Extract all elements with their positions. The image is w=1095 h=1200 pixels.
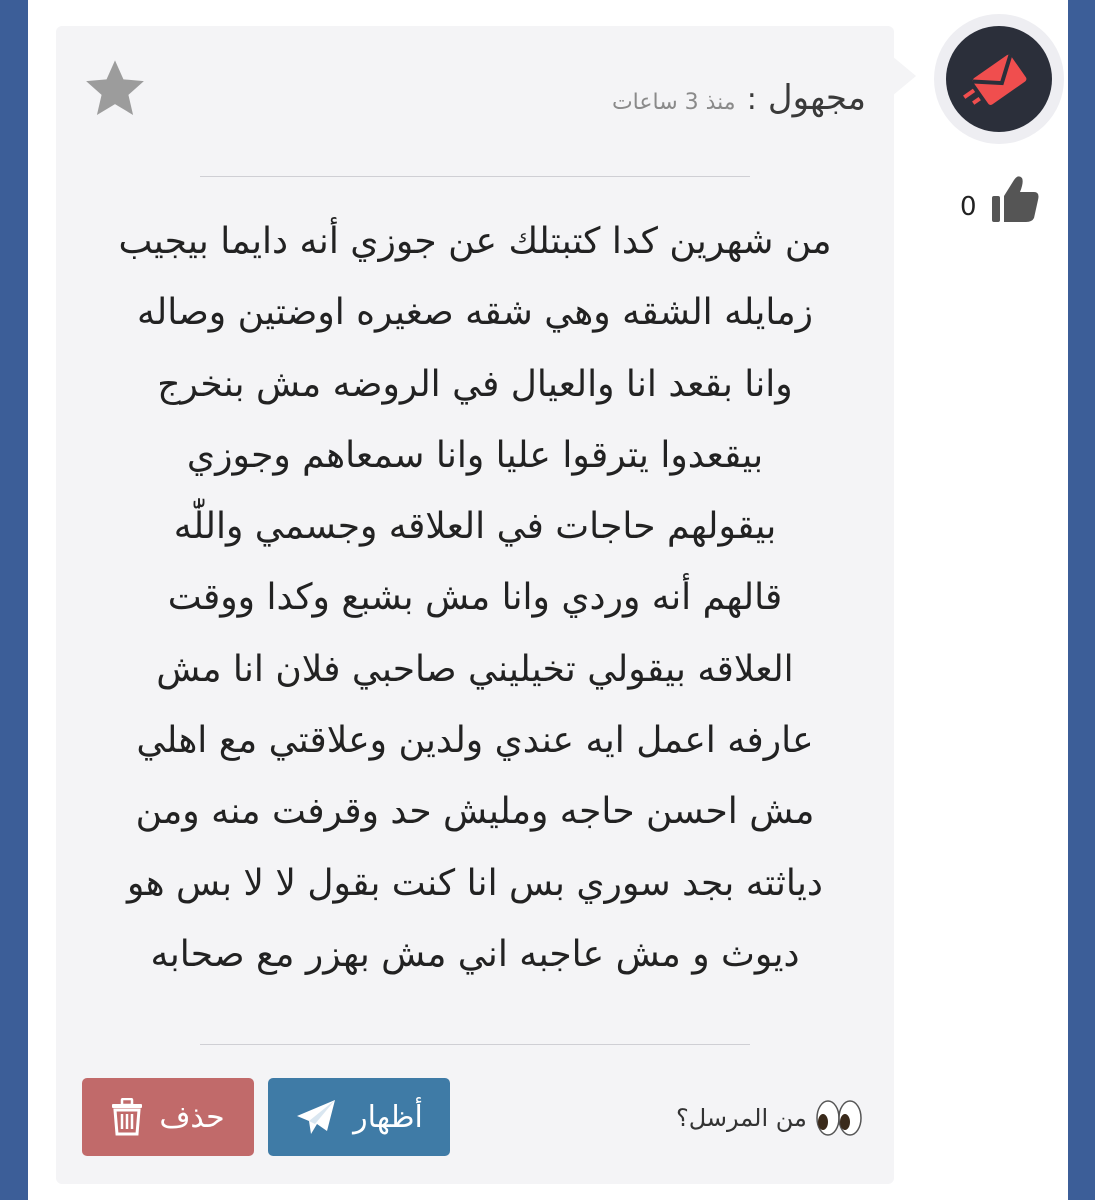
divider-bottom bbox=[200, 1044, 750, 1045]
message-line: عارفه اعمل ايه عندي ولدين وعلاقتي مع اهل… bbox=[136, 720, 814, 762]
sender-query[interactable]: من المرسل؟ bbox=[676, 1098, 863, 1138]
eyes-emoji-icon bbox=[816, 1100, 862, 1136]
star-icon[interactable] bbox=[80, 54, 150, 124]
card-pointer bbox=[892, 56, 916, 96]
message-line: زمايله الشقه وهي شقه صغيره اوضتين وصاله bbox=[137, 292, 813, 334]
message-line: من شهرين كدا كتبتلك عن جوزي أنه دايما بي… bbox=[118, 221, 832, 262]
trash-icon bbox=[112, 1098, 143, 1136]
message-line: دياثته بجد سوري بس انا كنت بقول لا لا بس… bbox=[127, 862, 823, 904]
message-line: قالهم أنه وردي وانا مش بشبع وكدا ووقت bbox=[167, 577, 783, 619]
like-widget[interactable]: 0 bbox=[958, 174, 1048, 226]
reveal-button-label: أظهار bbox=[353, 1099, 423, 1135]
page-container: 0 مجهول : منذ 3 ساعات من شهرين كدا كتبتل… bbox=[28, 0, 1068, 1200]
avatar-circle bbox=[946, 26, 1052, 132]
divider-top bbox=[200, 176, 750, 177]
post-header: مجهول : منذ 3 ساعات bbox=[612, 78, 866, 118]
message-line: مش احسن حاجه ومليش حد وقرفت منه ومن bbox=[135, 791, 815, 833]
post-timestamp: منذ 3 ساعات bbox=[611, 90, 736, 115]
envelope-logo-icon bbox=[963, 54, 1027, 105]
message-line: ديوث و مش عاجبه اني مش بهزر مع صحابه bbox=[150, 933, 800, 975]
message-body: من شهرين كدا كتبتلك عن جوزي أنه دايما بي… bbox=[86, 206, 864, 990]
author-name: مجهول bbox=[767, 78, 866, 118]
delete-button[interactable]: حذف bbox=[82, 1078, 254, 1156]
message-line: بيقعدوا يترقوا عليا وانا سمعاهم وجوزي bbox=[186, 434, 764, 476]
message-line: بيقولهم حاجات في العلاقه وجسمي واللّٰه bbox=[173, 506, 777, 548]
sender-question-label: من المرسل؟ bbox=[676, 1104, 807, 1132]
thumbs-up-icon[interactable] bbox=[990, 174, 1040, 226]
message-card: مجهول : منذ 3 ساعات من شهرين كدا كتبتلك … bbox=[56, 26, 894, 1184]
paper-plane-icon bbox=[297, 1100, 336, 1134]
like-count: 0 bbox=[960, 192, 977, 222]
reveal-sender-button[interactable]: أظهار bbox=[268, 1078, 450, 1156]
header-separator: : bbox=[746, 82, 757, 117]
message-line: وانا بقعد انا والعيال في الروضه مش بنخرج bbox=[157, 363, 793, 405]
sender-avatar[interactable] bbox=[934, 14, 1064, 144]
message-line: العلاقه بيقولي تخيليني صاحبي فلان انا مش bbox=[156, 648, 794, 690]
delete-button-label: حذف bbox=[159, 1099, 225, 1135]
